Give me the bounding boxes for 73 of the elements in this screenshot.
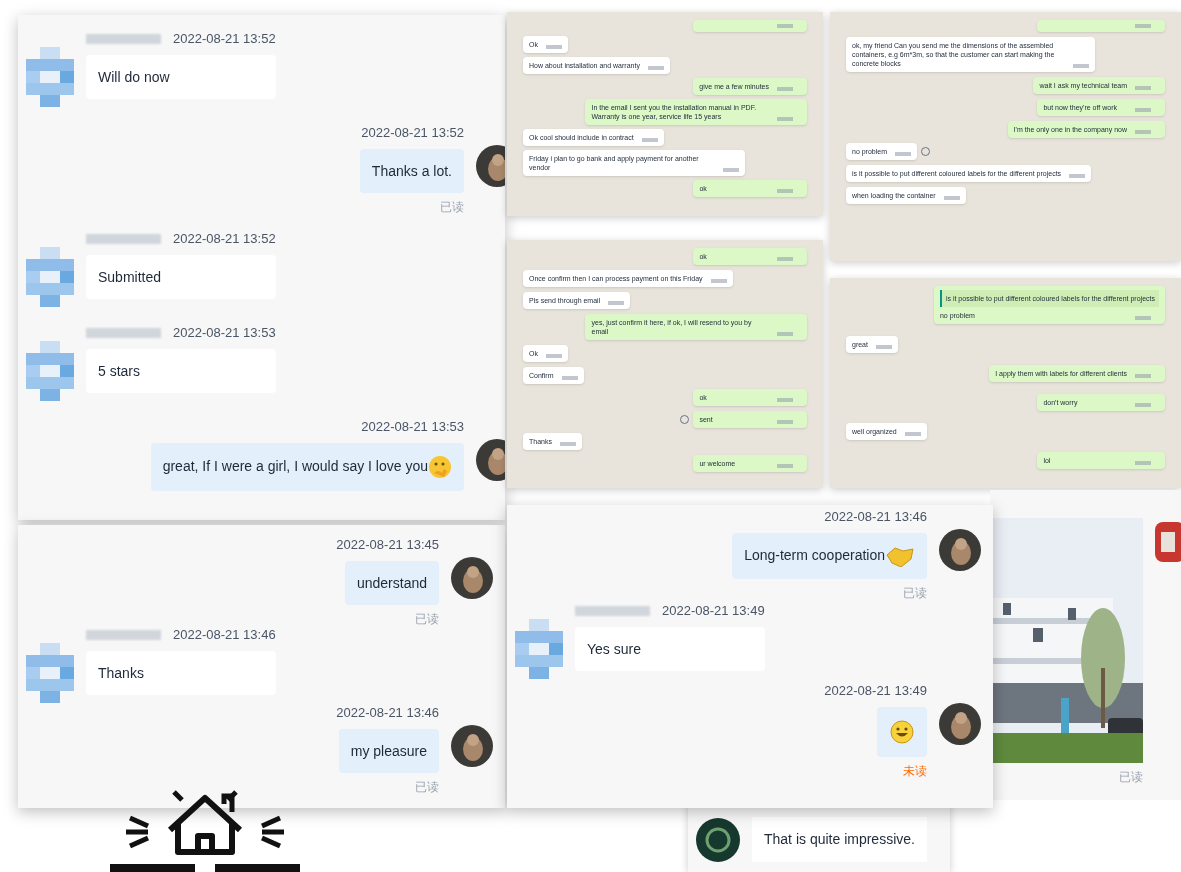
blurred-time xyxy=(545,45,562,49)
read-status: 已读 xyxy=(440,201,464,213)
blurred-time xyxy=(943,196,960,200)
pixelated-avatar-icon xyxy=(26,341,74,401)
read-status: 已读 xyxy=(415,781,439,793)
pixelated-avatar-icon xyxy=(26,643,74,703)
blurred-time xyxy=(1135,86,1151,90)
blurred-time xyxy=(559,442,576,446)
avatar-icon xyxy=(939,703,981,746)
chat-message: Long-term cooperation xyxy=(732,533,927,580)
blurred-time xyxy=(1135,374,1151,378)
chat-message: understand xyxy=(344,561,439,605)
blurred-time xyxy=(777,87,793,91)
message-time: 2022-08-21 13:46 xyxy=(173,627,276,643)
chat-message: Thanks a lot. xyxy=(359,149,464,193)
blurred-time xyxy=(777,117,793,121)
blurred-time xyxy=(895,152,912,156)
message-time: 2022-08-21 13:53 xyxy=(361,419,464,435)
read-status: 未读 xyxy=(903,765,927,778)
avatar-icon xyxy=(939,529,981,571)
blurred-time xyxy=(561,376,578,380)
blurred-time xyxy=(1135,24,1151,28)
blurred-time xyxy=(777,420,793,424)
grinning-face-icon xyxy=(889,719,915,746)
message-time: 2022-08-21 13:52 xyxy=(361,125,464,141)
read-status: 已读 xyxy=(415,613,439,625)
blurred-time xyxy=(1135,316,1151,320)
pixelated-avatar-icon xyxy=(26,247,74,307)
chat-message: great, If I were a girl, I would say I love you xyxy=(150,443,464,491)
blurred-time xyxy=(1072,64,1089,68)
chat-message: Will do now xyxy=(86,55,276,99)
blurred-time xyxy=(710,279,727,283)
blurred-time xyxy=(777,464,793,468)
blurred-time xyxy=(1135,130,1151,134)
blurred-time xyxy=(608,301,625,305)
chat-message: That is quite impressive. xyxy=(752,817,927,862)
blurred-time xyxy=(875,345,892,349)
blurred-time xyxy=(777,257,793,261)
blurred-time xyxy=(904,432,921,436)
chat-message: Yes sure xyxy=(575,627,765,672)
read-status: 已读 xyxy=(903,587,927,600)
message-time: 2022-08-21 13:53 xyxy=(173,325,276,341)
thinking-face-icon xyxy=(428,455,452,479)
blurred-time xyxy=(777,332,793,336)
blurred-time xyxy=(777,24,793,28)
avatar-icon xyxy=(451,557,493,599)
blurred-time xyxy=(777,189,793,193)
blurred-time xyxy=(641,138,658,142)
avatar-icon xyxy=(696,817,740,862)
pixelated-avatar-icon xyxy=(26,47,74,107)
message-time: 2022-08-21 13:52 xyxy=(173,231,276,247)
blurred-time xyxy=(777,398,793,402)
blurred-time xyxy=(722,168,739,172)
chat-message: my pleasure xyxy=(338,729,439,773)
message-time: 2022-08-21 13:46 xyxy=(336,705,439,721)
read-status: 已读 xyxy=(1119,771,1143,783)
avatar-icon xyxy=(1155,522,1181,562)
message-time: 2022-08-21 13:49 xyxy=(662,603,765,620)
pixelated-avatar-icon xyxy=(515,619,563,680)
blurred-time xyxy=(647,66,664,70)
blurred-time xyxy=(1135,403,1151,407)
avatar-icon xyxy=(451,725,493,767)
message-time: 2022-08-21 13:52 xyxy=(173,31,276,47)
chat-message: Thanks xyxy=(86,651,276,695)
message-time: 2022-08-21 13:46 xyxy=(824,509,927,525)
message-time: 2022-08-21 13:45 xyxy=(336,537,439,553)
chat-message: 5 stars xyxy=(86,349,276,393)
chat-message: Submitted xyxy=(86,255,276,299)
blurred-time xyxy=(1069,174,1086,178)
blurred-time xyxy=(545,354,562,358)
blurred-time xyxy=(1135,108,1151,112)
blurred-time xyxy=(1135,461,1151,465)
message-time: 2022-08-21 13:49 xyxy=(824,683,927,700)
